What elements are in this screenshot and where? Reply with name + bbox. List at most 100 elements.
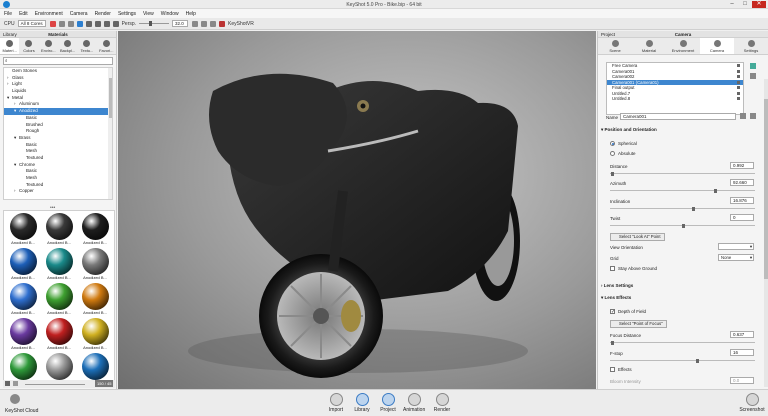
render-viewport[interactable] (118, 31, 596, 389)
menu-settings[interactable]: Settings (118, 11, 136, 17)
screenshot-icon[interactable] (201, 20, 208, 27)
tree-item[interactable]: › Glass (4, 75, 112, 82)
inclination-slider[interactable] (610, 206, 755, 211)
menu-window[interactable]: Window (161, 11, 179, 17)
material-thumbnail[interactable]: Anodized B... (6, 213, 40, 247)
cloud-icon[interactable] (10, 394, 20, 404)
lock-icon[interactable] (737, 97, 740, 100)
library-tab-5[interactable]: Favori... (97, 38, 116, 54)
fov-slider[interactable] (139, 21, 170, 26)
f-stop-input[interactable]: 16 (730, 349, 754, 356)
tree-item[interactable]: Textured (4, 155, 112, 162)
tree-item[interactable]: Liquids (4, 88, 112, 95)
tree-item[interactable]: Rough (4, 128, 112, 135)
twist-slider[interactable] (610, 223, 755, 228)
project-button[interactable]: Project (377, 393, 399, 413)
material-thumbnail[interactable]: Anodized B... (6, 283, 40, 317)
keyshotvr-icon[interactable] (219, 20, 226, 27)
maximize-button[interactable]: □ (739, 1, 751, 8)
stay-above-ground-checkbox[interactable] (610, 266, 615, 271)
lens-effects-section[interactable]: ▾ Lens Effects (601, 295, 631, 301)
thumbnail-size-slider[interactable] (25, 384, 85, 385)
menu-render[interactable]: Render (95, 11, 111, 17)
lock-icon[interactable] (737, 75, 740, 78)
library-tab-2[interactable]: Enviro... (39, 38, 58, 54)
lens-settings-section[interactable]: › Lens Settings (601, 283, 633, 288)
project-tab-material[interactable]: Material (632, 38, 666, 54)
render-icon[interactable] (210, 20, 217, 27)
library-button[interactable]: Library (351, 393, 373, 413)
save-camera-icon[interactable] (740, 113, 746, 119)
list-view-icon[interactable] (13, 381, 18, 386)
keyshot-cloud-label[interactable]: KeyShot Cloud (5, 408, 38, 414)
tree-item[interactable]: Mesh (4, 148, 112, 155)
material-thumbnail[interactable]: Anodized B... (78, 283, 112, 317)
material-thumbnail[interactable]: Anodized B... (78, 318, 112, 352)
material-thumbnail[interactable]: Anodized B... (42, 283, 76, 317)
menu-help[interactable]: Help (186, 11, 196, 17)
tree-item[interactable]: Gem Stones (4, 68, 112, 75)
tree-item[interactable]: Basic (4, 142, 112, 149)
focus-distance-input[interactable]: 0.637 (730, 331, 754, 338)
f-stop-slider[interactable] (610, 358, 755, 363)
menu-camera[interactable]: Camera (70, 11, 88, 17)
rotate-icon[interactable] (94, 20, 101, 27)
material-thumbnail[interactable]: Anodized B... (6, 248, 40, 282)
menu-environment[interactable]: Environment (35, 11, 63, 17)
material-thumbnail[interactable]: Anodized B... (42, 318, 76, 352)
tree-item[interactable]: Basic (4, 115, 112, 122)
view-orientation-select[interactable]: ▾ (718, 243, 754, 250)
import-button[interactable]: Import (325, 393, 347, 413)
material-thumbnail[interactable]: Anodized B... (78, 248, 112, 282)
depth-of-field-checkbox[interactable]: ✓ (610, 309, 615, 315)
animation-button[interactable]: Animation (403, 393, 425, 413)
tree-item[interactable]: ▾ Brass (4, 135, 112, 142)
reset-camera-icon[interactable] (750, 113, 756, 119)
select-look-at-button[interactable]: Select "Look At" Point (610, 233, 665, 241)
camera-name-input[interactable]: Camera001 (620, 113, 736, 120)
tree-item[interactable]: Brushed (4, 122, 112, 129)
settings-icon[interactable] (58, 20, 65, 27)
pause-icon[interactable] (49, 20, 56, 27)
camera-list[interactable]: Free Camera Camera001 Camera002 Camera001 (… (606, 62, 744, 115)
distance-slider[interactable] (610, 171, 755, 176)
tree-item[interactable]: › Copper (4, 188, 112, 195)
lock-icon[interactable] (737, 69, 740, 73)
performance-icon[interactable] (67, 20, 74, 27)
azimuth-input[interactable]: 92.660 (730, 179, 754, 186)
effects-checkbox[interactable] (610, 367, 615, 372)
grid-view-icon[interactable] (5, 381, 10, 386)
project-scrollbar[interactable] (764, 79, 768, 387)
material-thumbnail[interactable]: Anodized B... (78, 213, 112, 247)
tree-item[interactable]: Basic (4, 168, 112, 175)
close-button[interactable]: ✕ (752, 1, 766, 8)
menu-file[interactable]: File (4, 11, 12, 17)
focus-distance-slider[interactable] (610, 340, 755, 345)
tree-item[interactable]: › Aluminum (4, 101, 112, 108)
keyshotvr-label[interactable]: KeyShotVR (228, 21, 254, 27)
lock-icon[interactable] (737, 91, 740, 95)
tree-item[interactable]: ▾ Anodized (4, 108, 112, 115)
bloom-intensity-input[interactable]: 0.0 (730, 377, 754, 384)
camera-list-item[interactable]: Untitled.8 (607, 96, 743, 102)
tree-item[interactable]: Mesh (4, 175, 112, 182)
material-tree[interactable]: Gem Stones › Glass › Light Liquids ▾ Metal › Alum… (3, 67, 113, 200)
zoom-icon[interactable] (112, 20, 119, 27)
lock-icon[interactable] (737, 64, 740, 67)
cpu-select[interactable]: All 8 Cores (17, 20, 46, 27)
move-icon[interactable] (85, 20, 92, 27)
tree-item[interactable]: Textured (4, 182, 112, 189)
distance-input[interactable]: 0.992 (730, 162, 754, 169)
lock-icon[interactable] (737, 80, 740, 84)
library-tab-1[interactable]: Colors (19, 38, 38, 54)
material-thumbnail[interactable]: Anodized B... (6, 318, 40, 352)
library-tab-0[interactable]: Materi... (0, 38, 20, 54)
material-thumbnail[interactable]: Anodized B... (42, 248, 76, 282)
material-search-input[interactable]: ⌕ (3, 57, 113, 65)
twist-input[interactable]: 0 (730, 214, 754, 221)
library-tab-4[interactable]: Textu... (77, 38, 96, 54)
inclination-input[interactable]: 16.876 (730, 197, 754, 204)
minimize-button[interactable]: – (726, 1, 738, 8)
add-camera-icon[interactable] (750, 63, 756, 69)
material-thumbnail[interactable]: Anodized B... (42, 213, 76, 247)
